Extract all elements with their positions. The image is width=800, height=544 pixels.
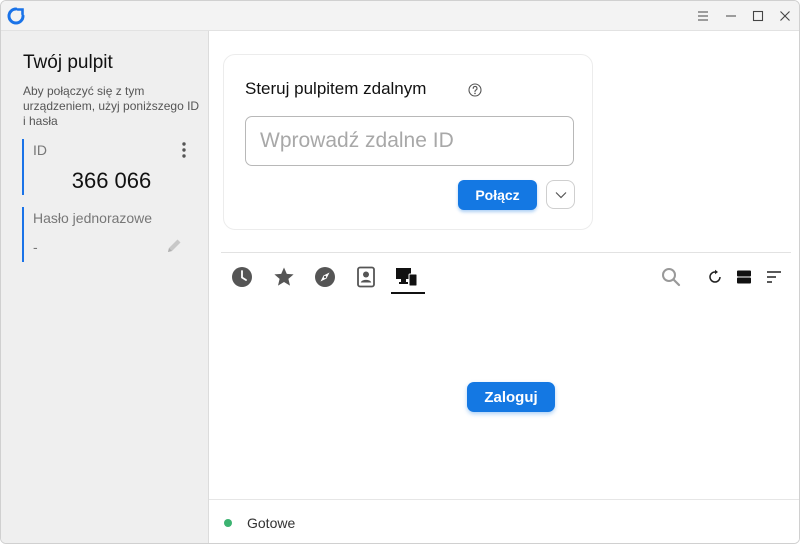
status-text: Gotowe: [247, 515, 296, 531]
kebab-menu-icon[interactable]: [178, 141, 190, 159]
sort-icon: [767, 271, 781, 283]
connect-card-title: Steruj pulpitem zdalnym: [245, 79, 427, 98]
connect-card: Steruj pulpitem zdalnym Połącz: [223, 54, 593, 230]
sidebar-title: Twój pulpit: [23, 52, 113, 73]
tab-discovered[interactable]: [313, 265, 337, 289]
devices-icon: [396, 268, 418, 287]
title-bar[interactable]: [1, 1, 799, 31]
search-icon: [662, 268, 681, 287]
tab-favorites[interactable]: [272, 265, 296, 289]
sidebar: Twój pulpit Aby połączyć się z tym urząd…: [1, 31, 209, 543]
login-button[interactable]: Zaloguj: [467, 382, 555, 412]
password-label: Hasło jednorazowe: [33, 210, 153, 226]
compass-icon: [315, 267, 335, 287]
chevron-down-icon: [555, 191, 566, 198]
app-logo-icon: [7, 7, 25, 25]
tab-address-book[interactable]: [354, 265, 378, 289]
password-block: Hasło jednorazowe -: [22, 207, 197, 262]
refresh-button[interactable]: [704, 266, 726, 288]
menu-icon[interactable]: [693, 6, 713, 26]
status-indicator: [224, 519, 232, 527]
active-tab-indicator: [391, 292, 425, 294]
view-toggle-icon: [737, 270, 751, 284]
connect-button[interactable]: Połącz: [458, 180, 537, 210]
id-block: ID 366 066: [22, 139, 197, 195]
clock-icon: [232, 267, 252, 287]
main-panel: Steruj pulpitem zdalnym Połącz: [209, 31, 799, 543]
help-icon[interactable]: [468, 83, 482, 97]
sort-button[interactable]: [763, 266, 785, 288]
sidebar-description: Aby połączyć się z tym urządzeniem, użyj…: [23, 84, 200, 128]
more-options-button[interactable]: [546, 180, 575, 209]
status-bar: Gotowe: [209, 499, 799, 543]
star-icon: [274, 267, 294, 286]
refresh-icon: [709, 269, 721, 283]
close-icon[interactable]: [775, 6, 795, 26]
maximize-icon[interactable]: [748, 6, 768, 26]
search-button[interactable]: [660, 266, 682, 288]
address-book-icon: [357, 266, 375, 288]
id-value[interactable]: 366 066: [24, 168, 199, 194]
divider: [221, 252, 791, 253]
app-window: Twój pulpit Aby połączyć się z tym urząd…: [0, 0, 800, 544]
minimize-icon[interactable]: [721, 6, 741, 26]
view-toggle-button[interactable]: [733, 266, 755, 288]
remote-id-input[interactable]: [245, 116, 574, 166]
password-value: -: [33, 239, 38, 255]
id-label: ID: [33, 142, 47, 158]
tab-accessible-devices[interactable]: [395, 265, 419, 289]
pencil-icon[interactable]: [165, 237, 183, 255]
tab-recent[interactable]: [230, 265, 254, 289]
